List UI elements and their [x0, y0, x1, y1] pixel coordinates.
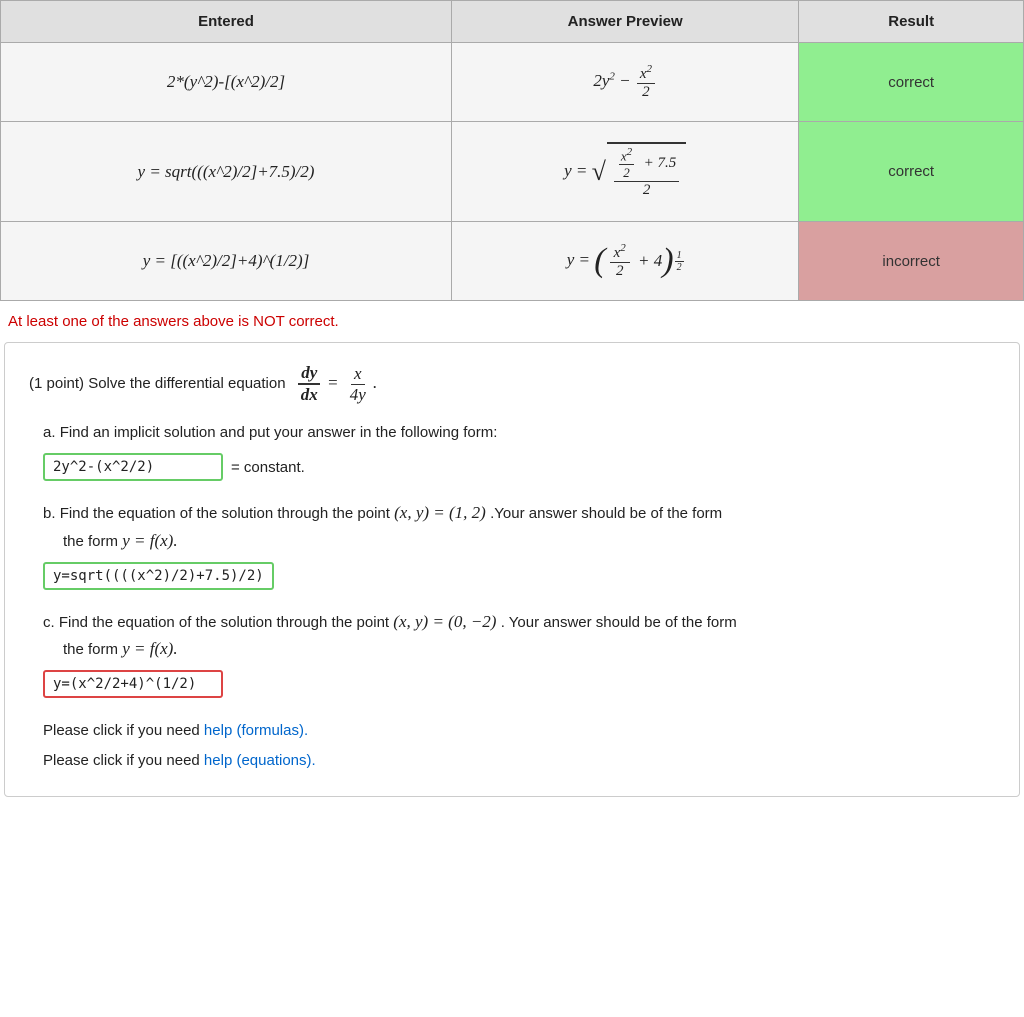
problem-intro-text: Solve the differential equation	[88, 375, 285, 392]
problem-part-b: b. Find the equation of the solution thr…	[43, 499, 995, 589]
part-c-point: (x, y) = (0, −2)	[393, 612, 500, 631]
part-b-label: b.	[43, 505, 56, 522]
sqrt-symbol: √	[592, 159, 606, 185]
preview-math-3: y = ( x2 2 + 4 ) 1 2	[567, 250, 684, 269]
problem-part-c: c. Find the equation of the solution thr…	[43, 608, 995, 698]
help-equations-link[interactable]: help (equations).	[204, 752, 316, 769]
problem-part-a: a. Find an implicit solution and put you…	[43, 421, 995, 481]
help-line-1: Please click if you need help (formulas)…	[43, 716, 995, 746]
part-b-text: b. Find the equation of the solution thr…	[43, 499, 995, 553]
part-c-label: c.	[43, 614, 55, 631]
table-row: y = [((x^2)/2]+4)^(1/2)] y = ( x2 2 + 4 …	[1, 222, 1024, 301]
left-paren: (	[594, 244, 605, 278]
part-a-text: a. Find an implicit solution and put you…	[43, 421, 995, 445]
preview-math-1: 2y2 − x2 2	[593, 71, 657, 90]
status-message: At least one of the answers above is NOT…	[0, 301, 1024, 342]
entered-cell: y = [((x^2)/2]+4)^(1/2)]	[1, 222, 452, 301]
part-b-point: (x, y) = (1, 2)	[394, 503, 490, 522]
help2-prefix: Please click if you need	[43, 752, 204, 769]
part-c-form-label: the form y = f(x).	[63, 641, 178, 658]
answer-table: Entered Answer Preview Result 2*(y^2)-[(…	[0, 0, 1024, 301]
help-line-2: Please click if you need help (equations…	[43, 746, 995, 776]
col-header-entered: Entered	[1, 1, 452, 43]
part-c-text-suffix: . Your answer should be of the form	[501, 614, 737, 631]
table-row: y = sqrt(((x^2)/2]+7.5)/2) y = √ x2	[1, 122, 1024, 222]
help1-prefix: Please click if you need	[43, 722, 204, 739]
entered-value: y = [((x^2)/2]+4)^(1/2)]	[143, 251, 310, 270]
part-c-text: c. Find the equation of the solution thr…	[43, 608, 995, 662]
col-header-result: Result	[799, 1, 1024, 43]
part-b-form-label: the form y = f(x).	[63, 533, 178, 550]
preview-cell: 2y2 − x2 2	[452, 43, 799, 122]
part-b-text-prefix: Find the equation of the solution throug…	[60, 505, 390, 522]
part-a-input[interactable]: 2y^2-(x^2/2)	[43, 453, 223, 481]
entered-value: y = sqrt(((x^2)/2]+7.5)/2)	[138, 162, 315, 181]
table-row: 2*(y^2)-[(x^2)/2] 2y2 − x2 2 correct	[1, 43, 1024, 122]
part-a-description: Find an implicit solution and put your a…	[60, 424, 498, 441]
diff-eq-math: dy dx = x 4y .	[296, 373, 378, 392]
problem-box: (1 point) Solve the differential equatio…	[4, 342, 1020, 797]
entered-cell: y = sqrt(((x^2)/2]+7.5)/2)	[1, 122, 452, 222]
part-c-input[interactable]: y=(x^2/2+4)^(1/2)	[43, 670, 223, 698]
part-b-text-suffix: .Your answer should be of the form	[490, 505, 722, 522]
problem-intro: (1 point) Solve the differential equatio…	[29, 363, 995, 405]
entered-value: 2*(y^2)-[(x^2)/2]	[167, 72, 285, 91]
help-links-section: Please click if you need help (formulas)…	[43, 716, 995, 776]
part-a-label: a.	[43, 424, 56, 441]
preview-cell: y = ( x2 2 + 4 ) 1 2	[452, 222, 799, 301]
problem-points: (1 point)	[29, 375, 84, 392]
result-cell: incorrect	[799, 222, 1024, 301]
preview-cell: y = √ x2 2 + 7.5	[452, 122, 799, 222]
part-a-suffix: = constant.	[231, 459, 305, 476]
part-a-input-row: 2y^2-(x^2/2) = constant.	[43, 453, 995, 481]
preview-math-2: y = √ x2 2 + 7.5	[564, 161, 686, 180]
entered-cell: 2*(y^2)-[(x^2)/2]	[1, 43, 452, 122]
result-cell: correct	[799, 43, 1024, 122]
part-c-text-prefix: Find the equation of the solution throug…	[59, 614, 389, 631]
help-formulas-link[interactable]: help (formulas).	[204, 722, 308, 739]
col-header-preview: Answer Preview	[452, 1, 799, 43]
right-paren: )	[662, 244, 673, 278]
part-b-input[interactable]: y=sqrt((((x^2)/2)+7.5)/2)	[43, 562, 274, 590]
result-cell: correct	[799, 122, 1024, 222]
